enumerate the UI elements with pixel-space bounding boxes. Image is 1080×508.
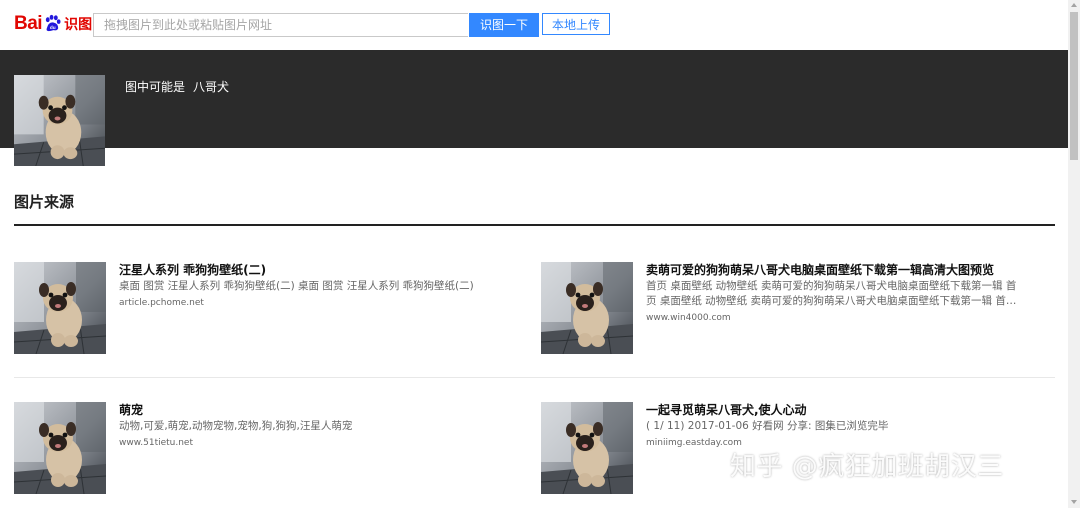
result-title[interactable]: 一起寻觅萌呆八哥犬,使人心动 xyxy=(646,401,807,418)
scroll-thumb[interactable] xyxy=(1070,12,1078,160)
result-description: 动物,可爱,萌宠,动物宠物,宠物,狗,狗狗,汪星人萌宠 xyxy=(119,420,353,432)
vertical-scrollbar[interactable] xyxy=(1068,0,1080,508)
result-thumbnail[interactable] xyxy=(541,262,633,354)
result-title[interactable]: 汪星人系列 乖狗狗壁纸(二) xyxy=(119,261,266,278)
result-card[interactable]: 汪星人系列 乖狗狗壁纸(二) 桌面 图赏 汪星人系列 乖狗狗壁纸(二) 桌面 图… xyxy=(14,262,514,356)
result-site: www.51tietu.net xyxy=(119,438,193,448)
guess-band xyxy=(0,50,1068,148)
guess-result: 图中可能是 八哥犬 xyxy=(125,78,229,95)
section-divider xyxy=(14,224,1055,226)
result-thumbnail[interactable] xyxy=(541,402,633,494)
watermark: 知乎 @疯狂加班胡汉三 xyxy=(730,452,1004,482)
image-url-input[interactable] xyxy=(93,13,468,37)
paw-icon: du xyxy=(43,14,62,33)
logo-text: Bai xyxy=(14,13,43,34)
result-description: 首页 桌面壁纸 动物壁纸 卖萌可爱的狗狗萌呆八哥犬电脑桌面壁纸下载第一辑 首页 … xyxy=(646,280,1017,307)
result-description: ( 1/ 11) 2017-01-06 好看网 分享: 图集已浏览完毕 xyxy=(646,420,889,432)
query-image-thumbnail[interactable] xyxy=(14,75,105,166)
search-image-button[interactable]: 识图一下 xyxy=(469,13,539,37)
result-title[interactable]: 萌宠 xyxy=(119,401,143,418)
local-upload-button[interactable]: 本地上传 xyxy=(542,13,610,35)
svg-text:du: du xyxy=(50,25,56,31)
scroll-down-arrow-icon[interactable] xyxy=(1071,500,1077,504)
scroll-up-arrow-icon[interactable] xyxy=(1071,3,1077,7)
top-bar: Bai du 识图 识图一下 本地上传 xyxy=(0,0,1068,50)
guess-label: 图中可能是 xyxy=(125,80,186,94)
guess-answer-link[interactable]: 八哥犬 xyxy=(193,80,229,94)
result-site: article.pchome.net xyxy=(119,298,204,308)
result-card[interactable]: 卖萌可爱的狗狗萌呆八哥犬电脑桌面壁纸下载第一辑高清大图预览 首页 桌面壁纸 动物… xyxy=(541,262,1041,356)
result-site: www.win4000.com xyxy=(646,313,731,323)
result-description: 桌面 图赏 汪星人系列 乖狗狗壁纸(二) 桌面 图赏 汪星人系列 乖狗狗壁纸(二… xyxy=(119,280,474,292)
logo-suffix: 识图 xyxy=(64,17,93,33)
baidu-shitu-logo[interactable]: Bai du 识图 xyxy=(14,12,92,36)
result-thumbnail[interactable] xyxy=(14,262,106,354)
row-divider xyxy=(14,377,1055,378)
section-title: 图片来源 xyxy=(14,193,75,211)
result-thumbnail[interactable] xyxy=(14,402,106,494)
result-title[interactable]: 卖萌可爱的狗狗萌呆八哥犬电脑桌面壁纸下载第一辑高清大图预览 xyxy=(646,261,994,278)
result-card[interactable]: 萌宠 动物,可爱,萌宠,动物宠物,宠物,狗,狗狗,汪星人萌宠 www.51tie… xyxy=(14,402,514,496)
result-site: miniimg.eastday.com xyxy=(646,438,742,448)
